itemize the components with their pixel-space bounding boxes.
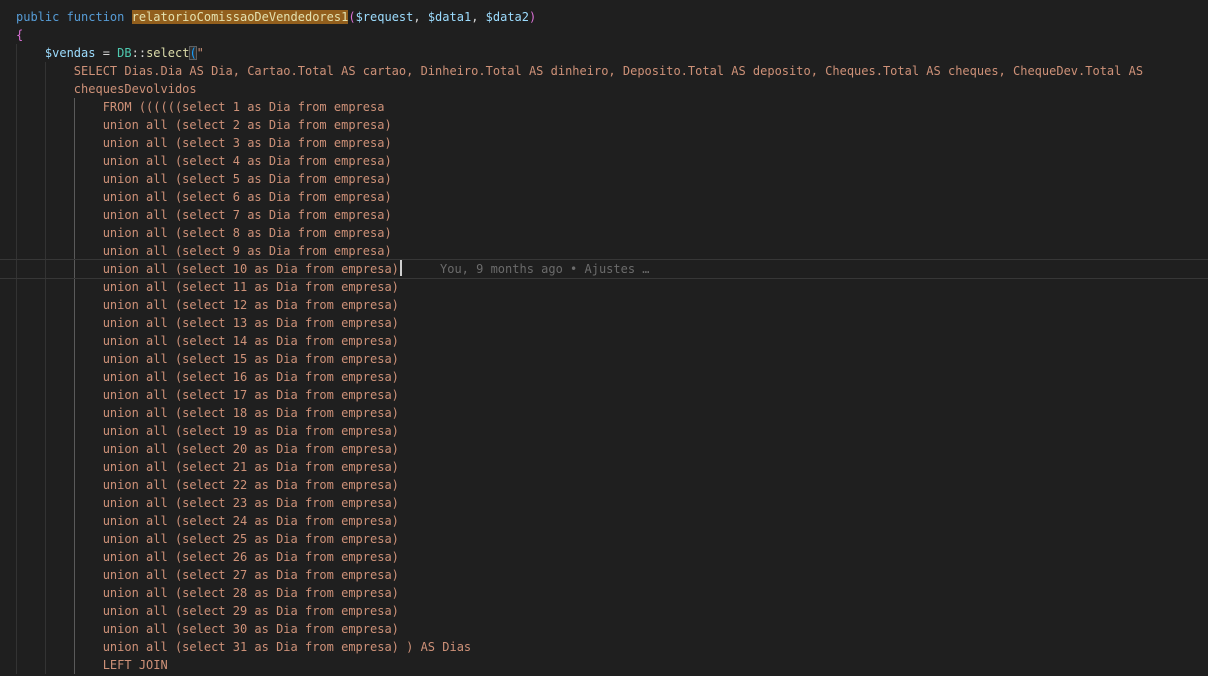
- code-line[interactable]: union all (select 15 as Dia from empresa…: [0, 350, 1208, 368]
- code-line[interactable]: union all (select 28 as Dia from empresa…: [0, 584, 1208, 602]
- code-token: union all (select 17 as Dia from empresa…: [16, 388, 399, 402]
- code-token: relatorioComissaoDeVendedores1: [132, 10, 349, 24]
- code-line[interactable]: union all (select 19 as Dia from empresa…: [0, 422, 1208, 440]
- code-token: public function: [16, 10, 132, 24]
- code-line[interactable]: union all (select 13 as Dia from empresa…: [0, 314, 1208, 332]
- code-line[interactable]: public function relatorioComissaoDeVende…: [0, 8, 1208, 26]
- code-token: union all (select 7 as Dia from empresa): [16, 208, 392, 222]
- code-token: $data1: [428, 10, 471, 24]
- code-token: union all (select 6 as Dia from empresa): [16, 190, 392, 204]
- code-token: union all (select 16 as Dia from empresa…: [16, 370, 399, 384]
- code-token: union all (select 27 as Dia from empresa…: [16, 568, 399, 582]
- code-token: union all (select 25 as Dia from empresa…: [16, 532, 399, 546]
- code-line[interactable]: union all (select 21 as Dia from empresa…: [0, 458, 1208, 476]
- code-token: union all (select 26 as Dia from empresa…: [16, 550, 399, 564]
- code-editor[interactable]: public function relatorioComissaoDeVende…: [0, 0, 1208, 676]
- code-token: union all (select 30 as Dia from empresa…: [16, 622, 399, 636]
- code-line[interactable]: FROM ((((((select 1 as Dia from empresa: [0, 98, 1208, 116]
- code-line[interactable]: union all (select 11 as Dia from empresa…: [0, 278, 1208, 296]
- code-line[interactable]: union all (select 27 as Dia from empresa…: [0, 566, 1208, 584]
- code-line[interactable]: union all (select 3 as Dia from empresa): [0, 134, 1208, 152]
- code-token: union all (select 15 as Dia from empresa…: [16, 352, 399, 366]
- code-token: union all (select 4 as Dia from empresa): [16, 154, 392, 168]
- text-cursor: [400, 260, 402, 276]
- code-line[interactable]: union all (select 2 as Dia from empresa): [0, 116, 1208, 134]
- code-token: union all (select 12 as Dia from empresa…: [16, 298, 399, 312]
- code-line[interactable]: union all (select 17 as Dia from empresa…: [0, 386, 1208, 404]
- code-token: union all (select 14 as Dia from empresa…: [16, 334, 399, 348]
- code-line[interactable]: union all (select 30 as Dia from empresa…: [0, 620, 1208, 638]
- code-line[interactable]: union all (select 8 as Dia from empresa): [0, 224, 1208, 242]
- code-token: ): [529, 10, 536, 24]
- code-line[interactable]: union all (select 20 as Dia from empresa…: [0, 440, 1208, 458]
- code-line[interactable]: union all (select 31 as Dia from empresa…: [0, 638, 1208, 656]
- code-token: DB: [117, 46, 131, 60]
- code-token: LEFT JOIN: [16, 658, 168, 672]
- code-line[interactable]: union all (select 4 as Dia from empresa): [0, 152, 1208, 170]
- code-line[interactable]: union all (select 23 as Dia from empresa…: [0, 494, 1208, 512]
- code-token: $data2: [486, 10, 529, 24]
- code-line[interactable]: union all (select 26 as Dia from empresa…: [0, 548, 1208, 566]
- code-line[interactable]: union all (select 10 as Dia from empresa…: [0, 260, 1208, 278]
- code-token: union all (select 5 as Dia from empresa): [16, 172, 392, 186]
- code-token: $vendas: [45, 46, 96, 60]
- code-token: ,: [471, 10, 485, 24]
- code-line[interactable]: $vendas = DB::select(": [0, 44, 1208, 62]
- code-token: union all (select 28 as Dia from empresa…: [16, 586, 399, 600]
- code-line[interactable]: union all (select 9 as Dia from empresa): [0, 242, 1208, 260]
- code-token: =: [95, 46, 117, 60]
- code-line[interactable]: union all (select 24 as Dia from empresa…: [0, 512, 1208, 530]
- code-line[interactable]: union all (select 14 as Dia from empresa…: [0, 332, 1208, 350]
- code-token: union all (select 10 as Dia from empresa…: [16, 262, 399, 276]
- code-token: ": [197, 46, 204, 60]
- code-token: SELECT Dias.Dia AS Dia, Cartao.Total AS …: [16, 64, 1143, 78]
- code-lines: public function relatorioComissaoDeVende…: [0, 8, 1208, 674]
- code-line[interactable]: {: [0, 26, 1208, 44]
- code-token: union all (select 8 as Dia from empresa): [16, 226, 392, 240]
- code-line[interactable]: SELECT Dias.Dia AS Dia, Cartao.Total AS …: [0, 62, 1208, 80]
- code-line[interactable]: chequesDevolvidos: [0, 80, 1208, 98]
- code-token: union all (select 24 as Dia from empresa…: [16, 514, 399, 528]
- code-line[interactable]: union all (select 6 as Dia from empresa): [0, 188, 1208, 206]
- code-token: union all (select 22 as Dia from empresa…: [16, 478, 399, 492]
- code-line[interactable]: union all (select 12 as Dia from empresa…: [0, 296, 1208, 314]
- code-token: [16, 46, 45, 60]
- code-token: union all (select 9 as Dia from empresa): [16, 244, 392, 258]
- code-token: union all (select 20 as Dia from empresa…: [16, 442, 399, 456]
- code-token: union all (select 13 as Dia from empresa…: [16, 316, 399, 330]
- code-token: union all (select 29 as Dia from empresa…: [16, 604, 399, 618]
- code-token: union all (select 31 as Dia from empresa…: [16, 640, 471, 654]
- code-token: chequesDevolvidos: [16, 82, 197, 96]
- code-line[interactable]: union all (select 7 as Dia from empresa): [0, 206, 1208, 224]
- code-token: {: [16, 28, 23, 42]
- code-token: union all (select 19 as Dia from empresa…: [16, 424, 399, 438]
- code-line[interactable]: LEFT JOIN: [0, 656, 1208, 674]
- code-token: ::: [132, 46, 146, 60]
- code-token: select: [146, 46, 189, 60]
- code-token: (: [189, 46, 196, 60]
- code-line[interactable]: union all (select 29 as Dia from empresa…: [0, 602, 1208, 620]
- code-line[interactable]: union all (select 22 as Dia from empresa…: [0, 476, 1208, 494]
- code-line[interactable]: union all (select 25 as Dia from empresa…: [0, 530, 1208, 548]
- code-line[interactable]: union all (select 5 as Dia from empresa): [0, 170, 1208, 188]
- code-token: union all (select 3 as Dia from empresa): [16, 136, 392, 150]
- code-token: union all (select 11 as Dia from empresa…: [16, 280, 399, 294]
- git-blame-annotation[interactable]: You, 9 months ago • Ajustes …: [440, 260, 650, 278]
- code-token: union all (select 23 as Dia from empresa…: [16, 496, 399, 510]
- code-token: (: [348, 10, 355, 24]
- code-token: $request: [356, 10, 414, 24]
- code-token: union all (select 21 as Dia from empresa…: [16, 460, 399, 474]
- code-token: ,: [413, 10, 427, 24]
- code-token: union all (select 18 as Dia from empresa…: [16, 406, 399, 420]
- code-token: FROM ((((((select 1 as Dia from empresa: [16, 100, 384, 114]
- code-line[interactable]: union all (select 18 as Dia from empresa…: [0, 404, 1208, 422]
- code-token: union all (select 2 as Dia from empresa): [16, 118, 392, 132]
- code-line[interactable]: union all (select 16 as Dia from empresa…: [0, 368, 1208, 386]
